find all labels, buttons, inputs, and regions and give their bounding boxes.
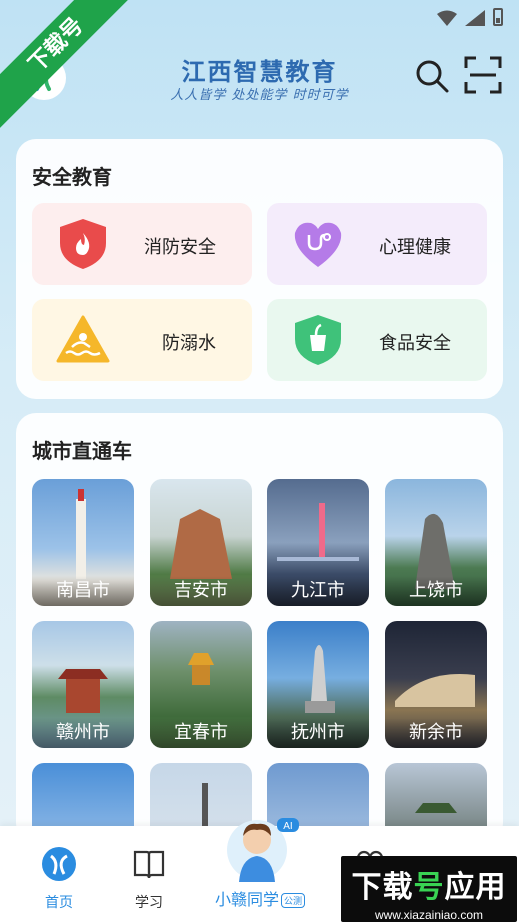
tile-food-safety[interactable]: 食品安全 [267, 299, 487, 381]
city-label: 吉安市 [150, 576, 252, 606]
safety-section-title: 安全教育 [32, 165, 112, 189]
watermark-logo-part1: 下载 [351, 871, 414, 904]
nav-study-label: 学习 [135, 895, 163, 911]
city-section-title: 城市直通车 [32, 439, 132, 463]
city-label: 九江市 [267, 576, 369, 606]
tile-fire-safety[interactable]: 消防安全 [32, 203, 252, 285]
nav-assistant[interactable]: AI 小赣同学 公测 [200, 812, 320, 910]
city-ganzhou[interactable]: 赣州市 [32, 621, 134, 748]
city-xinyu[interactable]: 新余市 [385, 621, 487, 748]
watermark-logo-part3: 应用 [444, 871, 507, 904]
fire-shield-icon [60, 219, 106, 269]
city-fuzhou[interactable]: 抚州市 [267, 621, 369, 748]
watermark-logo-part2: 号 [413, 871, 445, 904]
nav-assistant-label-wrap: 小赣同学 公测 [200, 886, 320, 910]
book-icon [133, 850, 165, 879]
city-nanchang[interactable]: 南昌市 [32, 479, 134, 606]
beta-badge: 公测 [281, 893, 306, 908]
watermark-ribbon: 下载号 [0, 0, 140, 140]
watermark-ribbon-text: 下载号 [0, 0, 140, 130]
city-jiujiang[interactable]: 九江市 [267, 479, 369, 606]
nav-home[interactable]: 首页 [19, 846, 99, 912]
tile-label: 食品安全 [379, 333, 451, 354]
safety-education-card: 安全教育 消防安全 心理健康 防溺水 食品安全 [16, 139, 503, 399]
battery-icon [493, 8, 503, 26]
city-label: 赣州市 [32, 718, 134, 748]
city-yichun[interactable]: 宜春市 [150, 621, 252, 748]
ai-avatar-icon: AI [227, 818, 299, 882]
heart-stethoscope-icon [294, 222, 342, 267]
tile-mental-health[interactable]: 心理健康 [267, 203, 487, 285]
swimmer-warning-icon [56, 315, 110, 363]
nav-study[interactable]: 学习 [109, 846, 189, 912]
city-label: 宜春市 [150, 718, 252, 748]
nav-home-label: 首页 [45, 895, 73, 911]
tile-label: 防溺水 [162, 333, 216, 354]
watermark-logo-title: 下载号应用 [341, 856, 517, 906]
tile-label: 消防安全 [144, 237, 216, 258]
scan-icon[interactable] [464, 56, 502, 94]
tile-label: 心理健康 [379, 237, 451, 258]
city-direct-card: 城市直通车 南昌市 吉安市 九江市 上饶市 赣州市 宜春市 抚州市 新余市 [16, 413, 503, 843]
watermark-url: www.xiazainiao.com [374, 908, 484, 922]
wifi-icon [437, 10, 457, 26]
city-label: 抚州市 [267, 718, 369, 748]
search-icon[interactable] [414, 58, 450, 94]
food-shield-icon [295, 315, 341, 365]
city-label: 上饶市 [385, 576, 487, 606]
city-jian[interactable]: 吉安市 [150, 479, 252, 606]
signal-icon [465, 10, 485, 26]
city-label: 新余市 [385, 718, 487, 748]
tile-drowning-prevention[interactable]: 防溺水 [32, 299, 252, 381]
home-icon [42, 847, 76, 881]
city-label: 南昌市 [32, 576, 134, 606]
watermark-logo: 下载号应用 www.xiazainiao.com [341, 856, 517, 922]
nav-assistant-label: 小赣同学 [214, 890, 279, 909]
city-shangrao[interactable]: 上饶市 [385, 479, 487, 606]
ai-badge-text: AI [283, 821, 292, 832]
